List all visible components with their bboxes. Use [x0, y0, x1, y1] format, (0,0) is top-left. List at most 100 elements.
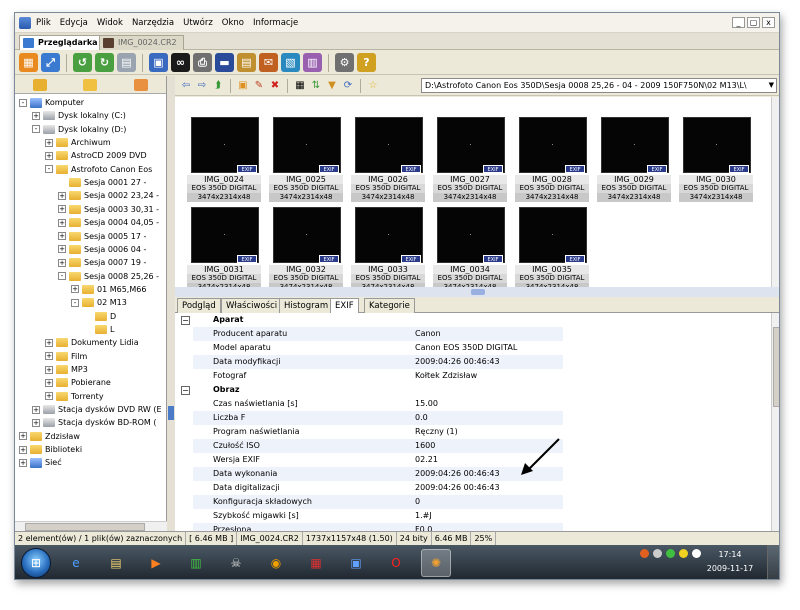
menu-item[interactable]: Informacje — [253, 18, 298, 28]
thumbnail-item[interactable]: EXIF IMG_0024 EOS 350D DIGITAL 3474x2314x48 — [187, 113, 261, 203]
tab-exif[interactable]: EXIF — [330, 298, 359, 314]
print-icon[interactable]: ⎙ — [193, 53, 212, 72]
collapse-icon[interactable]: - — [45, 165, 53, 174]
browser-view-icon[interactable]: ▦ — [19, 53, 38, 72]
exif-row[interactable]: Wersja EXIF 02.21 — [175, 453, 771, 467]
minimize-button[interactable]: _ — [732, 17, 745, 28]
menu-item[interactable]: Widok — [97, 18, 123, 28]
pane-splitter[interactable] — [167, 76, 175, 531]
tree-node[interactable]: + Zdzisław — [19, 430, 80, 443]
tree-node[interactable]: - 02 M13 — [71, 296, 127, 309]
expand-icon[interactable]: + — [19, 432, 27, 441]
refresh-icon[interactable]: ⟳ — [341, 79, 355, 93]
expand-icon[interactable]: + — [45, 392, 53, 401]
help-icon[interactable]: ? — [357, 53, 376, 72]
collapse-icon[interactable]: − — [181, 386, 190, 395]
expand-icon[interactable]: + — [45, 151, 53, 160]
thumbnail-item[interactable]: EXIF IMG_0025 EOS 350D DIGITAL 3474x2314x48 — [269, 113, 343, 203]
tab-browser[interactable]: Przeglądarka — [19, 35, 105, 50]
thumbnail-item[interactable]: EXIF IMG_0028 EOS 350D DIGITAL 3474x2314x48 — [515, 113, 589, 203]
expand-icon[interactable]: + — [58, 258, 66, 267]
thumbnail-item[interactable]: EXIF IMG_0030 EOS 350D DIGITAL 3474x2314x48 — [679, 113, 753, 203]
exif-row[interactable]: Data digitalizacji 2009:04:26 00:46:43 — [175, 481, 771, 495]
tray-network-icon[interactable] — [666, 549, 675, 558]
catalog-tab-icon[interactable] — [133, 78, 148, 91]
expand-icon[interactable]: + — [45, 365, 53, 374]
menu-item[interactable]: Okno — [222, 18, 244, 28]
thumbnail-item[interactable]: EXIF IMG_0033 EOS 350D DIGITAL 3474x2314x48 — [351, 203, 425, 287]
expand-icon[interactable]: + — [45, 138, 53, 147]
forward-icon[interactable]: ⇨ — [195, 79, 209, 93]
favorite-star-icon[interactable]: ☆ — [366, 79, 380, 93]
sort-icon[interactable]: ⇅ — [309, 79, 323, 93]
tool-taskbar-icon[interactable]: ▦ — [301, 549, 331, 577]
media-player-taskbar-icon[interactable]: ▶ — [141, 549, 171, 577]
exif-row[interactable]: Czas naświetlania [s] 15.00 — [175, 397, 771, 411]
thumbnail-item[interactable]: EXIF IMG_0034 EOS 350D DIGITAL 3474x2314x48 — [433, 203, 507, 287]
tree-node[interactable]: + Torrenty — [45, 390, 104, 403]
rename-icon[interactable]: ✎ — [252, 79, 266, 93]
expand-icon[interactable]: + — [58, 232, 66, 240]
expand-icon[interactable]: + — [45, 338, 53, 347]
collapse-icon[interactable]: - — [32, 125, 40, 134]
tray-volume-icon[interactable] — [692, 549, 701, 558]
filter-icon[interactable]: ▼ — [325, 79, 339, 93]
tree-node[interactable]: L — [84, 323, 114, 336]
path-field[interactable]: D:\Astrofoto Canon Eos 350D\Sesja 0008 2… — [421, 78, 777, 93]
collapse-icon[interactable]: - — [58, 272, 66, 281]
tree-node[interactable]: + Dysk lokalny (C:) — [32, 109, 126, 122]
html-icon[interactable]: ▥ — [303, 53, 322, 72]
expand-icon[interactable]: + — [32, 111, 40, 120]
close-button[interactable]: x — [762, 17, 775, 28]
tree-node[interactable]: + Sesja 0004 04,05 - — [58, 216, 159, 229]
tab-preview[interactable]: Podgląd — [177, 298, 221, 313]
tree-node[interactable]: + Sesja 0003 30,31 - — [58, 203, 159, 216]
tray-arrow-icon[interactable] — [653, 549, 662, 558]
expand-icon[interactable]: + — [45, 352, 53, 361]
favorites-tab-icon[interactable] — [83, 78, 98, 91]
tab-properties[interactable]: Właściwości — [221, 298, 283, 313]
tree-node[interactable]: +01 M65,M66 — [71, 283, 146, 296]
expand-icon[interactable]: + — [71, 285, 79, 294]
thumbnail-item[interactable]: EXIF IMG_0032 EOS 350D DIGITAL 3474x2314x48 — [269, 203, 343, 287]
scroll-thumb[interactable] — [25, 523, 145, 531]
tree-node[interactable]: + Sesja 0007 19 - — [58, 256, 146, 269]
tab-histogram[interactable]: Histogram — [279, 298, 334, 313]
exif-category[interactable]: − Obraz — [175, 383, 771, 397]
exif-row[interactable]: Producent aparatu Canon — [175, 327, 771, 341]
exif-row[interactable]: Przesłona F0.0 — [175, 523, 771, 531]
thumbnail-item[interactable]: EXIF IMG_0029 EOS 350D DIGITAL 3474x2314x48 — [597, 113, 671, 203]
tray-power-icon[interactable] — [679, 549, 688, 558]
exif-row[interactable]: Model aparatu Canon EOS 350D DIGITAL — [175, 341, 771, 355]
tree-node[interactable]: + Biblioteki — [19, 443, 82, 456]
app-taskbar-icon[interactable]: ▥ — [181, 549, 211, 577]
expand-icon[interactable]: + — [58, 218, 66, 227]
exif-category[interactable]: − Aparat — [175, 313, 771, 327]
expand-icon[interactable]: + — [58, 191, 66, 200]
splitter-handle[interactable] — [471, 289, 485, 295]
menu-item[interactable]: Edycja — [60, 18, 88, 28]
collapse-icon[interactable]: - — [71, 298, 79, 307]
expand-icon[interactable]: + — [32, 418, 40, 427]
binoculars-icon[interactable]: ∞ — [171, 53, 190, 72]
acquire-icon[interactable]: ▤ — [117, 53, 136, 72]
email-icon[interactable]: ✉ — [259, 53, 278, 72]
collapse-icon[interactable]: − — [181, 316, 190, 325]
expand-icon[interactable]: + — [32, 405, 40, 414]
horizontal-splitter[interactable] — [175, 287, 779, 297]
maximize-button[interactable]: ▢ — [747, 17, 760, 28]
start-button[interactable]: ⊞ — [21, 548, 51, 578]
tree-node[interactable]: - Dysk lokalny (D:) — [32, 123, 126, 136]
collapse-icon[interactable]: - — [19, 98, 27, 107]
scroll-thumb[interactable] — [773, 327, 779, 407]
bird-taskbar-icon[interactable]: ◉ — [261, 549, 291, 577]
tray-app-icon[interactable] — [640, 549, 649, 558]
chevron-down-icon[interactable]: ▼ — [769, 79, 774, 92]
tree-node[interactable]: + Pobierane — [45, 376, 111, 389]
save-taskbar-icon[interactable]: ▣ — [341, 549, 371, 577]
folders-tab-icon[interactable] — [33, 78, 48, 91]
expand-icon[interactable]: + — [58, 205, 66, 214]
menu-item[interactable]: Narzędzia — [132, 18, 174, 28]
up-folder-icon[interactable]: ⮭ — [211, 79, 225, 93]
menu-item[interactable]: Plik — [36, 18, 51, 28]
